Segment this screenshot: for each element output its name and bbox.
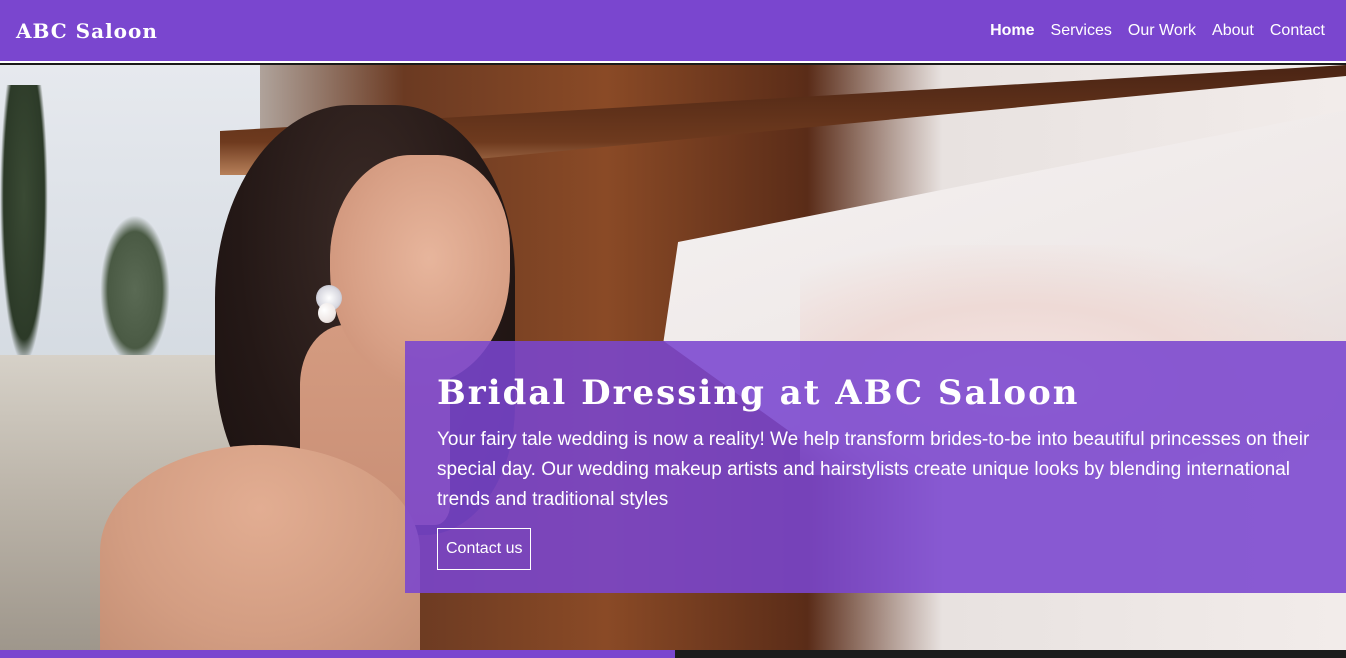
hero-background-tree xyxy=(0,85,48,365)
contact-us-button[interactable]: Contact us xyxy=(437,528,532,570)
nav-link-contact[interactable]: Contact xyxy=(1270,22,1325,40)
hero-title: Bridal Dressing at ABC Saloon xyxy=(437,373,1080,413)
hero-pearl xyxy=(318,303,336,323)
nav-menu: Home Services Our Work About Contact xyxy=(990,22,1325,40)
nav-link-home[interactable]: Home xyxy=(990,22,1034,40)
nav-link-services[interactable]: Services xyxy=(1051,22,1112,40)
navbar: ABC Saloon Home Services Our Work About … xyxy=(0,0,1346,63)
bottom-strip xyxy=(675,650,1346,658)
hero-caption: Bridal Dressing at ABC Saloon Your fairy… xyxy=(405,341,1346,593)
nav-link-about[interactable]: About xyxy=(1212,22,1254,40)
bottom-strip xyxy=(0,650,675,658)
nav-link-our-work[interactable]: Our Work xyxy=(1128,22,1196,40)
brand-logo[interactable]: ABC Saloon xyxy=(16,19,158,43)
hero-bride-shoulder xyxy=(100,445,420,658)
hero-description: Your fairy tale wedding is now a reality… xyxy=(437,429,1310,510)
hero-background-tree xyxy=(100,215,170,365)
